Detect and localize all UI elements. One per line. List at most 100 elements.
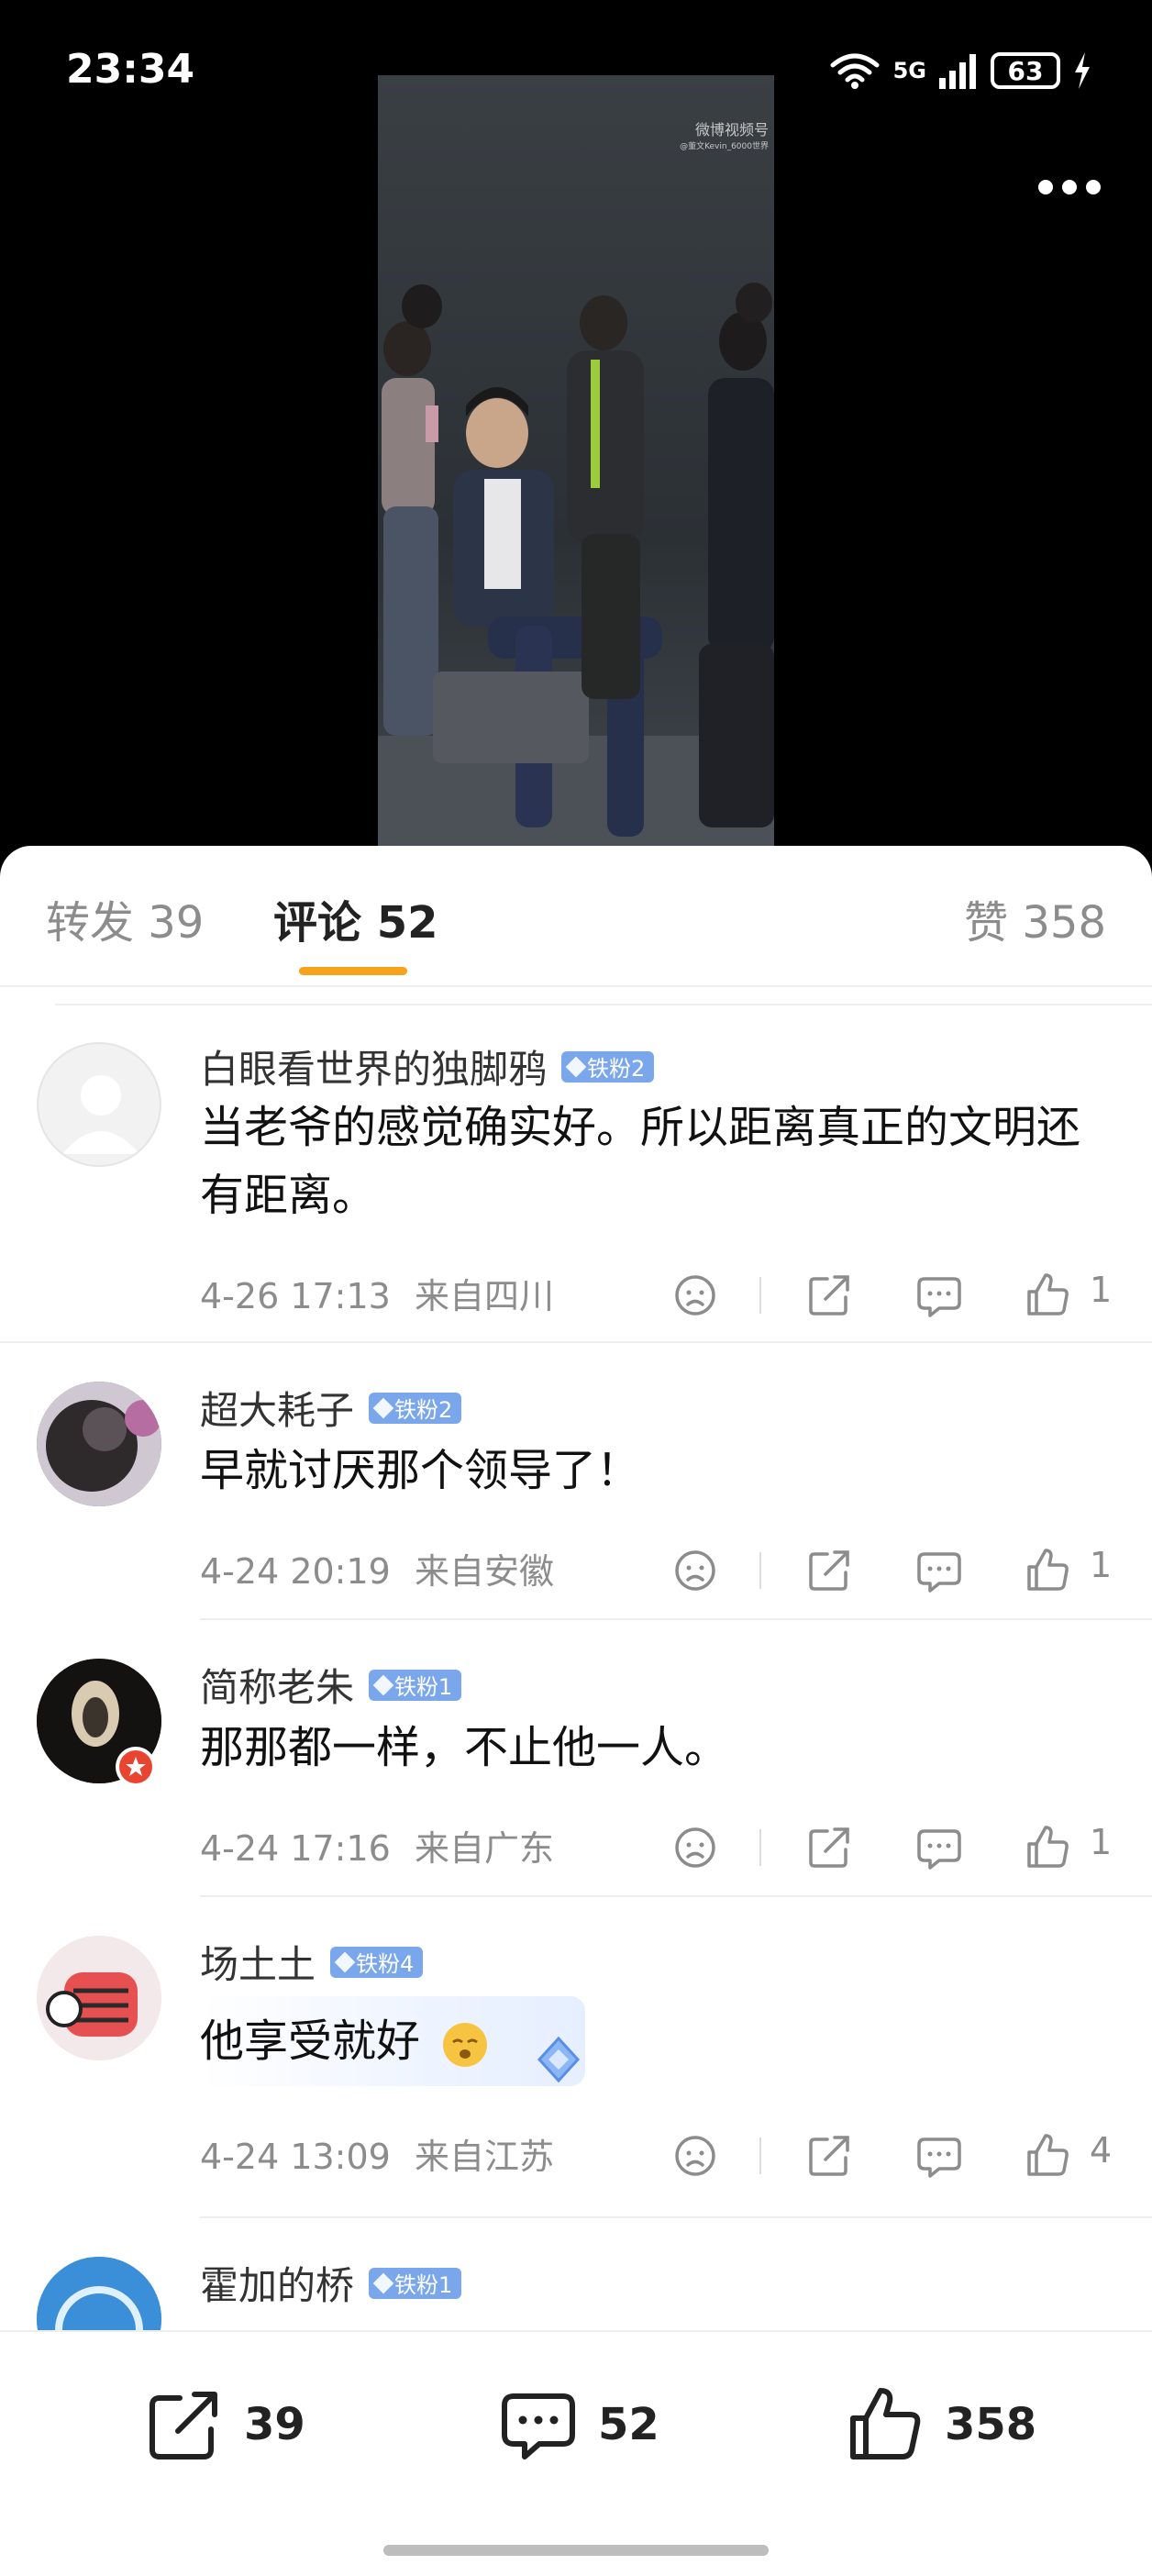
fan-badge: 铁粉4: [330, 1946, 424, 1978]
badge-label: 铁粉4: [356, 1951, 415, 1977]
comment-time: 4-24 13:09: [200, 2137, 391, 2177]
video-still: [378, 75, 774, 846]
fan-badge: 铁粉1: [369, 2267, 462, 2299]
like-count: 4: [1090, 2130, 1113, 2171]
comment-actions: 1: [668, 1820, 1112, 1875]
comment-meta: 4-24 13:09 来自江苏: [200, 2128, 554, 2179]
avatar-image: [37, 1936, 161, 2060]
active-tab-indicator: [299, 967, 407, 975]
comment-icon: [502, 2393, 575, 2459]
share-icon[interactable]: [802, 2128, 857, 2183]
wifi-icon: [830, 53, 880, 89]
comment-bubble: 他享受就好: [200, 1996, 585, 2086]
divider: [759, 1552, 761, 1589]
fan-badge: 铁粉1: [369, 1669, 462, 1701]
username-row: 霍加的桥 铁粉1: [200, 2255, 462, 2311]
share-icon[interactable]: [802, 1543, 857, 1598]
like-button[interactable]: 358: [844, 2383, 1036, 2466]
bottom-action-bar: 39 52 358: [0, 2330, 1152, 2576]
comment-text: 那那都一样，不止他一人。: [200, 1722, 729, 1773]
badge-label: 铁粉2: [394, 1397, 453, 1423]
tab-comments[interactable]: 评论 52: [273, 886, 438, 950]
repost-icon: [150, 2392, 217, 2459]
ellipsis-dot: [1086, 180, 1101, 194]
reply-icon[interactable]: [912, 1820, 967, 1875]
reply-icon[interactable]: [912, 1268, 967, 1323]
reply-icon[interactable]: [912, 2128, 967, 2183]
comment-text: 他享受就好: [200, 2015, 421, 2067]
tab-repost[interactable]: 转发 39: [46, 886, 204, 950]
like-icon[interactable]: [1020, 1820, 1075, 1875]
comment-meta: 4-26 17:13 来自四川: [200, 1268, 554, 1318]
comment-text: 早就讨厌那个领导了！: [200, 1445, 641, 1496]
divider: [0, 985, 1152, 987]
divider: [0, 1341, 1152, 1343]
comment-time: 4-26 17:13: [200, 1276, 391, 1316]
username-row: 超大耗子 铁粉2: [200, 1380, 462, 1436]
like-icon[interactable]: [1020, 1543, 1075, 1598]
more-button[interactable]: [1038, 180, 1101, 194]
avatar[interactable]: [37, 1382, 161, 1506]
fan-badge: 铁粉2: [561, 1050, 655, 1083]
divider: [759, 2137, 761, 2174]
default-avatar-icon: [62, 1075, 139, 1154]
like-count: 1: [1090, 1822, 1113, 1862]
like-icon[interactable]: [1020, 2128, 1075, 2183]
avatar[interactable]: [37, 1042, 161, 1167]
comment-actions: 1: [668, 1543, 1112, 1598]
comment-meta: 4-24 17:16 来自广东: [200, 1820, 554, 1871]
status-icons: 5G 63: [829, 48, 1091, 94]
username[interactable]: 霍加的桥: [200, 2255, 354, 2311]
comment-location: 来自四川: [414, 1276, 554, 1316]
watermark-sub: @董文Kevin_6000世界: [680, 142, 769, 151]
divider: [55, 1004, 1152, 1005]
share-icon[interactable]: [802, 1820, 857, 1875]
comment-location: 来自广东: [414, 1828, 554, 1869]
dislike-face-icon[interactable]: [668, 1268, 723, 1323]
ellipsis-dot: [1062, 180, 1077, 194]
tab-bar: 转发 39 评论 52 赞 358: [0, 846, 1152, 983]
diamond-icon: [372, 1674, 394, 1695]
repost-button[interactable]: 39: [143, 2383, 305, 2466]
badge-label: 铁粉1: [394, 1674, 453, 1700]
username[interactable]: 场土土: [200, 1934, 316, 1990]
share-icon[interactable]: [802, 1268, 857, 1323]
reply-icon[interactable]: [912, 1543, 967, 1598]
diamond-icon: [565, 1056, 587, 1077]
comment-location: 来自江苏: [414, 2137, 554, 2177]
home-indicator[interactable]: [383, 2545, 769, 2556]
thumbs-up-icon: [850, 2388, 921, 2459]
battery-icon: 63: [991, 52, 1060, 89]
like-icon[interactable]: [1020, 1268, 1075, 1323]
comment-location: 来自安徽: [414, 1551, 554, 1592]
video-frame[interactable]: 微博视频号 @董文Kevin_6000世界: [378, 75, 774, 846]
ellipsis-icon: [1038, 180, 1053, 194]
network-type: 5G: [892, 58, 926, 83]
repost-count: 39: [244, 2399, 305, 2450]
signal-icon: [939, 54, 976, 89]
diamond-sticker-icon: [537, 2036, 581, 2083]
username[interactable]: 超大耗子: [200, 1380, 354, 1436]
dislike-face-icon[interactable]: [668, 1820, 723, 1875]
username-row: 简称老朱 铁粉1: [200, 1657, 462, 1713]
comment-actions: 4: [668, 2128, 1112, 2183]
comment-button[interactable]: 52: [497, 2383, 659, 2466]
badge-label: 铁粉2: [587, 1056, 646, 1082]
username[interactable]: 简称老朱: [200, 1657, 354, 1713]
username[interactable]: 白眼看世界的独脚鸦: [200, 1038, 547, 1094]
like-count: 1: [1090, 1545, 1113, 1585]
divider: [200, 2216, 1152, 2218]
status-time: 23:34: [66, 46, 195, 93]
username-row: 场土土 铁粉4: [200, 1934, 424, 1990]
dislike-face-icon[interactable]: [668, 1543, 723, 1598]
divider: [759, 1277, 761, 1314]
comment-meta: 4-24 20:19 来自安徽: [200, 1543, 554, 1593]
comment-time: 4-24 17:16: [200, 1828, 391, 1869]
diamond-icon: [334, 1951, 356, 1972]
avatar[interactable]: [37, 1936, 161, 2060]
divider: [200, 1895, 1152, 1897]
status-bar: 23:34 5G 63: [0, 0, 1152, 138]
verified-badge-icon: [116, 1747, 156, 1787]
dislike-face-icon[interactable]: [668, 2128, 723, 2183]
tab-likes[interactable]: 赞 358: [964, 886, 1106, 950]
